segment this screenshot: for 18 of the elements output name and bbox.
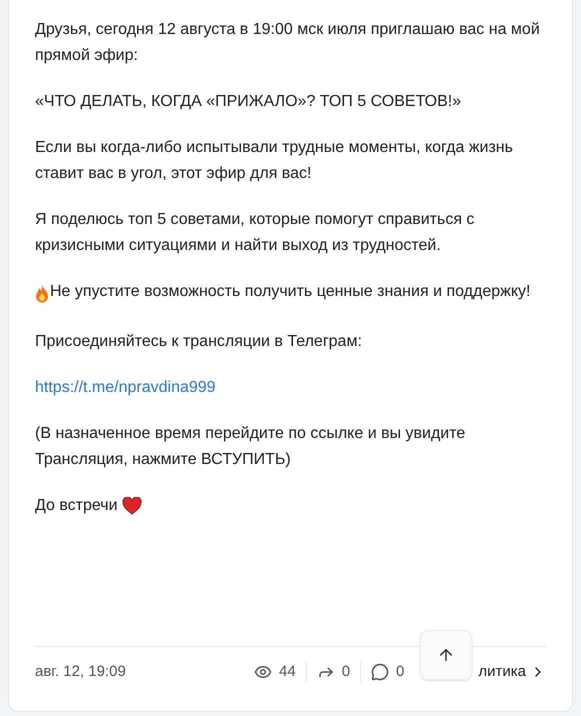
scroll-up-button[interactable] (420, 630, 472, 680)
heart-icon (122, 497, 142, 515)
telegram-link[interactable]: https://t.me/npravdina999 (35, 375, 216, 401)
post-paragraph: Я поделюсь топ 5 советами, которые помогут справиться с кризисными ситуациями и найти выход из трудностей. (35, 210, 476, 256)
post-paragraph: Если вы когда-либо испытывали трудные моменты, когда жизнь ставит вас в угол, этот эфир для вас! (35, 138, 514, 184)
fire-icon (35, 285, 49, 303)
analytics-link[interactable]: литика (478, 660, 546, 683)
views-count: 44 (279, 662, 296, 682)
post-paragraph: «ЧТО ДЕЛАТЬ, КОГДА «ПРИЖАЛО»? ТОП 5 СОВЕТОВ!» (35, 92, 462, 112)
shares-count: 0 (342, 662, 350, 682)
post-paragraph: (В назначенное время перейдите по ссылке и вы увидите Трансляция, нажмите ВСТУПИТЬ) (35, 424, 466, 470)
post-paragraph: Не упустите возможность получить ценные знания и поддержку! (50, 282, 530, 302)
post-paragraph: Присоединяйтесь к трансляции в Телеграм: (35, 332, 363, 352)
comment-icon (371, 662, 390, 681)
post-paragraph: До встречи (35, 496, 118, 516)
post-date: авг. 12, 19:09 (35, 662, 126, 682)
post-paragraph: Друзья, сегодня 12 августа в 19:00 мск июля приглашаю вас на мой прямой эфир: (35, 20, 541, 66)
comments-count: 0 (396, 662, 404, 682)
